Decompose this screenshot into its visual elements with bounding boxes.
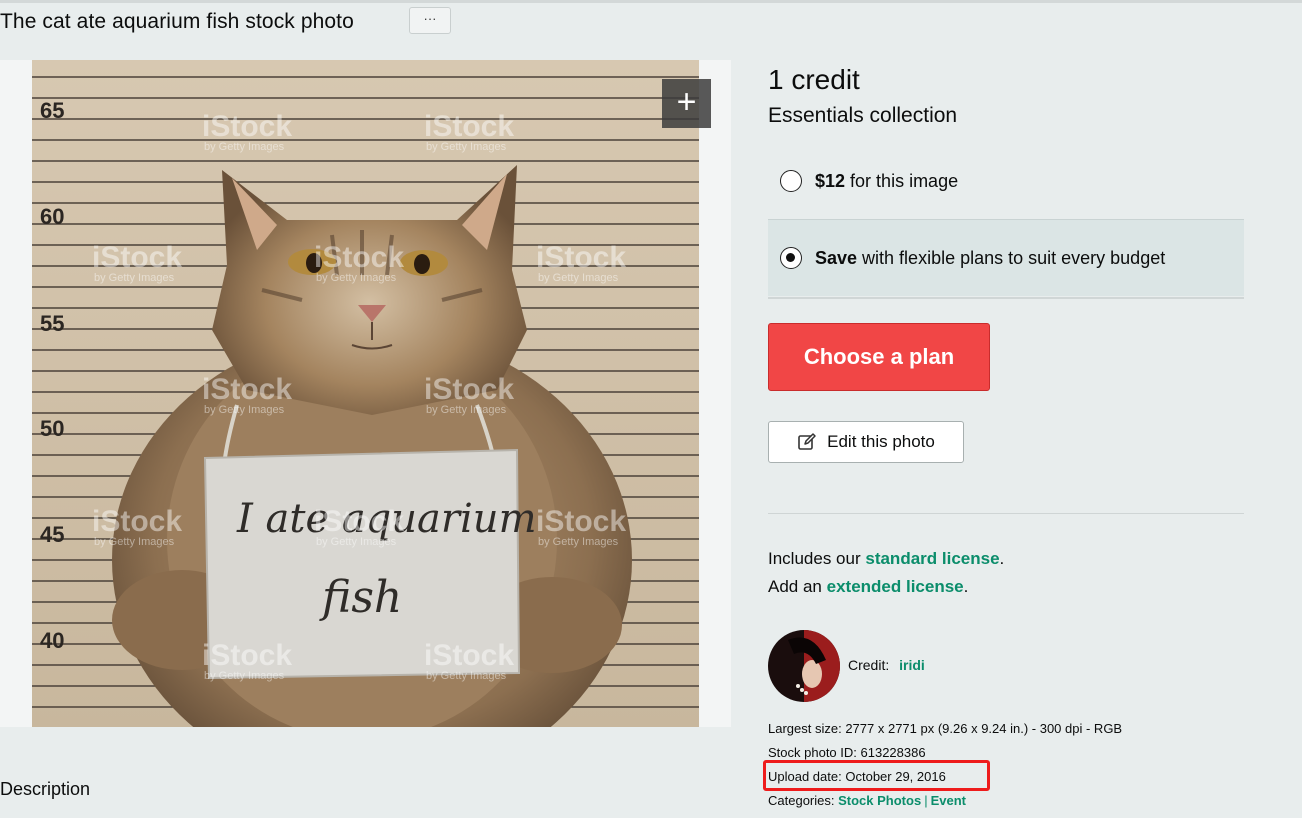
svg-text:iStock: iStock [314, 505, 404, 538]
stock-photo[interactable]: 65 60 55 50 45 40 I ate aquarium fish iS… [32, 60, 699, 727]
more-options-button[interactable]: ··· [409, 7, 451, 34]
contributor-avatar[interactable] [768, 630, 840, 702]
svg-text:by Getty Images: by Getty Images [94, 272, 175, 284]
option-price: $12 [815, 170, 846, 191]
height-mark-65: 65 [40, 98, 64, 123]
svg-text:iStock: iStock [92, 505, 182, 538]
upload-date-highlight [763, 760, 990, 791]
svg-text:by Getty Images: by Getty Images [426, 141, 507, 153]
extended-license-link[interactable]: extended license [827, 577, 964, 596]
svg-text:by Getty Images: by Getty Images [204, 670, 285, 682]
svg-text:iStock: iStock [536, 241, 626, 274]
credit-label: Credit: [848, 657, 890, 673]
category-link[interactable]: Event [931, 793, 966, 808]
largest-size: Largest size: 2777 x 2771 px (9.26 x 9.2… [768, 721, 1123, 736]
standard-license-link[interactable]: standard license [865, 549, 999, 568]
svg-text:by Getty Images: by Getty Images [426, 404, 507, 416]
radio-single-image[interactable] [780, 170, 802, 192]
svg-text:iStock: iStock [424, 110, 514, 143]
height-mark-45: 45 [40, 522, 64, 547]
edit-icon [798, 433, 816, 450]
svg-text:iStock: iStock [536, 505, 626, 538]
categories: Categories: Stock Photos | Event [768, 793, 966, 808]
option-single-image[interactable]: $12 for this image [768, 160, 1244, 202]
extended-license-line: Add an extended license. [768, 577, 969, 596]
section-divider [768, 513, 1244, 514]
svg-text:iStock: iStock [314, 241, 404, 274]
option-save-label: Save [815, 247, 858, 268]
svg-text:iStock: iStock [424, 639, 514, 672]
edit-photo-label: Edit this photo [827, 432, 935, 451]
svg-text:iStock: iStock [424, 373, 514, 406]
svg-text:by Getty Images: by Getty Images [94, 536, 175, 548]
top-divider [0, 0, 1302, 3]
edit-photo-button[interactable]: Edit this photo [768, 421, 964, 463]
radio-flexible-plans[interactable] [780, 247, 802, 269]
credit-price: 1 credit [768, 64, 860, 95]
svg-text:by Getty Images: by Getty Images [426, 670, 507, 682]
svg-text:iStock: iStock [202, 110, 292, 143]
avatar-image [768, 630, 840, 702]
svg-text:iStock: iStock [92, 241, 182, 274]
height-mark-60: 60 [40, 204, 64, 229]
description-heading: Description [0, 779, 91, 799]
svg-text:by Getty Images: by Getty Images [316, 272, 397, 284]
option-text: with flexible plans to suit every budget [862, 247, 1166, 268]
standard-license-line: Includes our standard license. [768, 549, 1005, 568]
category-link[interactable]: Stock Photos [838, 793, 921, 808]
height-mark-50: 50 [40, 416, 64, 441]
svg-text:by Getty Images: by Getty Images [204, 404, 285, 416]
credit-line: Credit: iridi [848, 657, 925, 673]
zoom-button[interactable]: + [662, 79, 711, 128]
svg-text:by Getty Images: by Getty Images [316, 536, 397, 548]
option-text: for this image [850, 170, 959, 191]
height-mark-55: 55 [40, 311, 64, 336]
svg-text:iStock: iStock [202, 639, 292, 672]
svg-text:by Getty Images: by Getty Images [538, 536, 619, 548]
svg-text:iStock: iStock [202, 373, 292, 406]
option-divider [768, 297, 1244, 299]
cat-photo-image: 65 60 55 50 45 40 I ate aquarium fish iS… [32, 60, 699, 727]
svg-text:by Getty Images: by Getty Images [538, 272, 619, 284]
svg-text:by Getty Images: by Getty Images [204, 141, 285, 153]
collection-label: Essentials collection [768, 104, 958, 127]
stock-photo-id: Stock photo ID: 613228386 [768, 745, 926, 760]
choose-plan-button[interactable]: Choose a plan [768, 323, 990, 391]
height-mark-40: 40 [40, 628, 64, 653]
page-title: The cat ate aquarium fish stock photo [0, 10, 354, 33]
contributor-link[interactable]: iridi [899, 657, 925, 673]
sign-text-line-2: fish [319, 572, 402, 623]
option-flexible-plans[interactable]: Save with flexible plans to suit every b… [768, 219, 1244, 296]
